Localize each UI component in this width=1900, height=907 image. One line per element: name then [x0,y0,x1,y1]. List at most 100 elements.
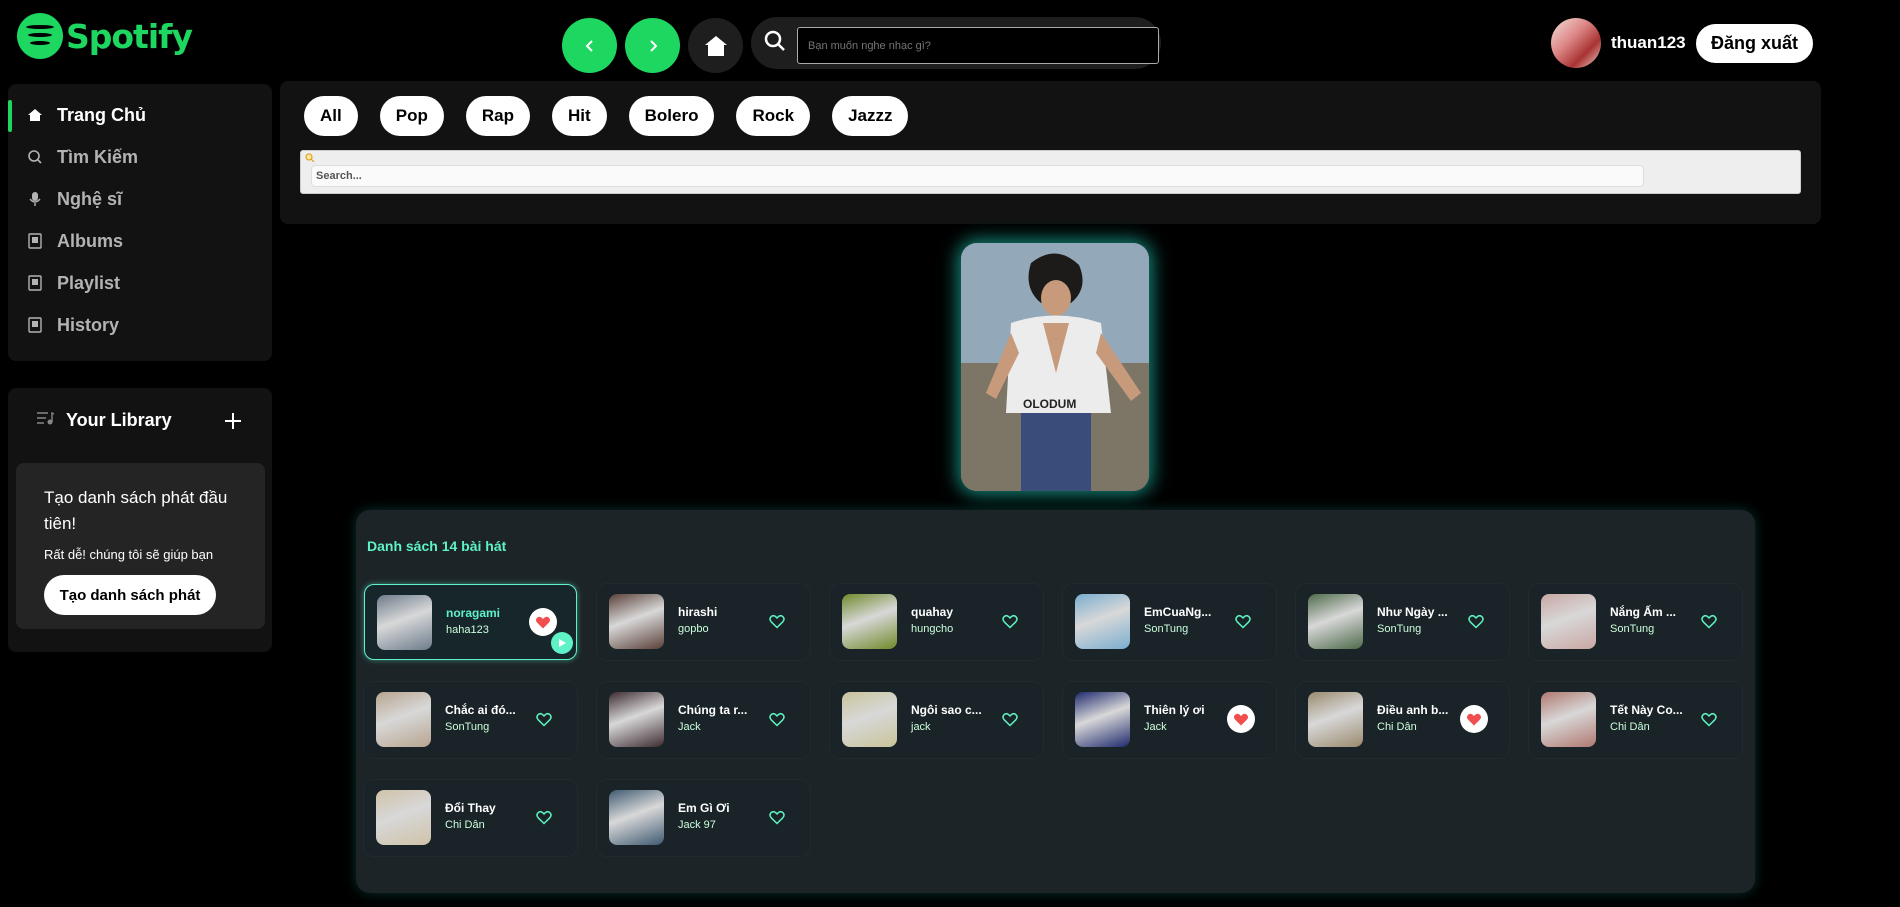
heart-icon [536,810,552,825]
song-list-panel: Danh sách 14 bài hát noragami haha123 hira… [356,510,1755,893]
library-icon [36,410,55,431]
song-artist: gopbo [678,623,709,635]
song-artist: SonTung [1377,623,1422,635]
genre-chip[interactable]: All [304,96,358,136]
song-card[interactable]: Tết Này Co... Chi Dân [1529,682,1742,758]
song-card[interactable]: Điều anh b... Chi Dân [1296,682,1509,758]
like-button[interactable] [1466,611,1486,631]
home-icon [704,35,727,56]
microphone-icon [25,191,45,207]
heart-icon [1468,614,1484,629]
song-title: quahay [911,605,954,619]
like-button[interactable] [767,611,787,631]
song-card[interactable]: hirashi gopbo [597,584,810,660]
song-card[interactable]: Như Ngày ... SonTung [1296,584,1509,660]
song-title: hirashi [678,605,718,619]
like-button[interactable] [1699,611,1719,631]
song-thumbnail [376,692,431,747]
genre-chip[interactable]: Rock [736,96,811,136]
song-card[interactable]: Chúng ta r... Jack [597,682,810,758]
song-card[interactable]: EmCuaNg... SonTung [1063,584,1276,660]
heart-icon [536,712,552,727]
song-card[interactable]: Chắc ai đó... SonTung [364,682,577,758]
create-playlist-subtitle: Rất dễ! chúng tôi sẽ giúp bạn [44,547,214,562]
library-header[interactable]: Your Library [36,410,172,431]
song-card[interactable]: Em Gì Ơi Jack 97 [597,780,810,856]
song-thumbnail [377,595,432,650]
like-button[interactable] [1000,709,1020,729]
play-icon [559,639,566,647]
back-button[interactable] [562,18,617,73]
like-button[interactable] [534,709,554,729]
library-panel: Your Library Tạo danh sách phát đầu tiên… [8,388,272,652]
song-card[interactable]: Nắng Ấm ... SonTung [1529,584,1742,660]
song-thumbnail [1308,594,1363,649]
sidebar-item-search[interactable]: Tìm Kiếm [8,136,272,178]
sidebar-item-label: Trang Chủ [57,104,146,125]
play-button[interactable] [551,632,573,654]
genre-chips: All Pop Rap Hit Bolero Rock Jazzz [304,96,930,136]
avatar [1551,18,1601,68]
sidebar-nav: Trang Chủ Tìm Kiếm Nghệ sĩ Albums Playli… [8,84,272,361]
song-thumbnail [1075,594,1130,649]
sidebar-item-home[interactable]: Trang Chủ [8,94,272,136]
song-card[interactable]: Thiên lý ơi Jack [1063,682,1276,758]
home-button[interactable] [688,18,743,73]
song-card[interactable]: Ngôi sao c... jack [830,682,1043,758]
song-thumbnail [842,692,897,747]
now-playing-artwork: OLODUM [961,243,1149,491]
now-playing-cover[interactable]: OLODUM [961,243,1149,491]
like-button[interactable] [767,807,787,827]
song-title: Như Ngày ... [1377,605,1448,619]
like-button[interactable] [1699,709,1719,729]
like-button[interactable] [1000,611,1020,631]
sidebar-item-playlist[interactable]: Playlist [8,262,272,304]
song-title: Điều anh b... [1377,703,1449,717]
like-button[interactable] [534,807,554,827]
like-button[interactable] [1233,611,1253,631]
song-card[interactable]: noragami haha123 [364,584,577,660]
song-filter-input[interactable]: Search... [311,165,1644,187]
logout-button[interactable]: Đăng xuất [1696,24,1813,63]
add-library-button[interactable] [224,402,242,438]
song-thumbnail [1541,594,1596,649]
user-profile[interactable]: thuan123 [1551,18,1686,68]
genre-panel: All Pop Rap Hit Bolero Rock Jazzz Search... [280,81,1821,224]
top-search-input[interactable] [797,27,1159,64]
sidebar-item-history[interactable]: History [8,304,272,346]
song-title: Tết Này Co... [1610,703,1683,717]
like-button[interactable] [1227,705,1255,733]
svg-text:OLODUM: OLODUM [1023,397,1076,411]
genre-chip[interactable]: Bolero [628,96,715,136]
sidebar-item-label: Albums [57,230,124,251]
sidebar-item-albums[interactable]: Albums [8,220,272,262]
home-icon [25,107,45,123]
like-button[interactable] [767,709,787,729]
spotify-logo-icon [17,13,63,59]
like-button[interactable] [1460,705,1488,733]
search-icon [764,30,785,51]
song-artist: Jack 97 [678,819,716,831]
sidebar-item-artists[interactable]: Nghệ sĩ [8,178,272,220]
create-playlist-button[interactable]: Tạo danh sách phát [44,575,216,615]
heart-icon [1701,712,1717,727]
song-artist: haha123 [446,624,489,636]
song-filter: Search... [300,150,1801,194]
song-title: Đổi Thay [445,801,496,815]
song-card[interactable]: Đổi Thay Chi Dân [364,780,577,856]
heart-icon [1701,614,1717,629]
forward-button[interactable] [625,18,680,73]
song-card[interactable]: quahay hungcho [830,584,1043,660]
spotify-logo[interactable]: Spotify [17,13,193,59]
song-title: Em Gì Ơi [678,801,730,815]
sidebar-item-label: Nghệ sĩ [57,188,123,209]
song-thumbnail [609,594,664,649]
genre-chip[interactable]: Jazzz [832,96,909,136]
genre-chip[interactable]: Pop [379,96,444,136]
heart-icon [535,616,551,628]
genre-chip[interactable]: Rap [465,96,530,136]
song-title: EmCuaNg... [1144,605,1212,619]
like-button[interactable] [529,608,557,636]
song-thumbnail [609,790,664,845]
genre-chip[interactable]: Hit [551,96,607,136]
